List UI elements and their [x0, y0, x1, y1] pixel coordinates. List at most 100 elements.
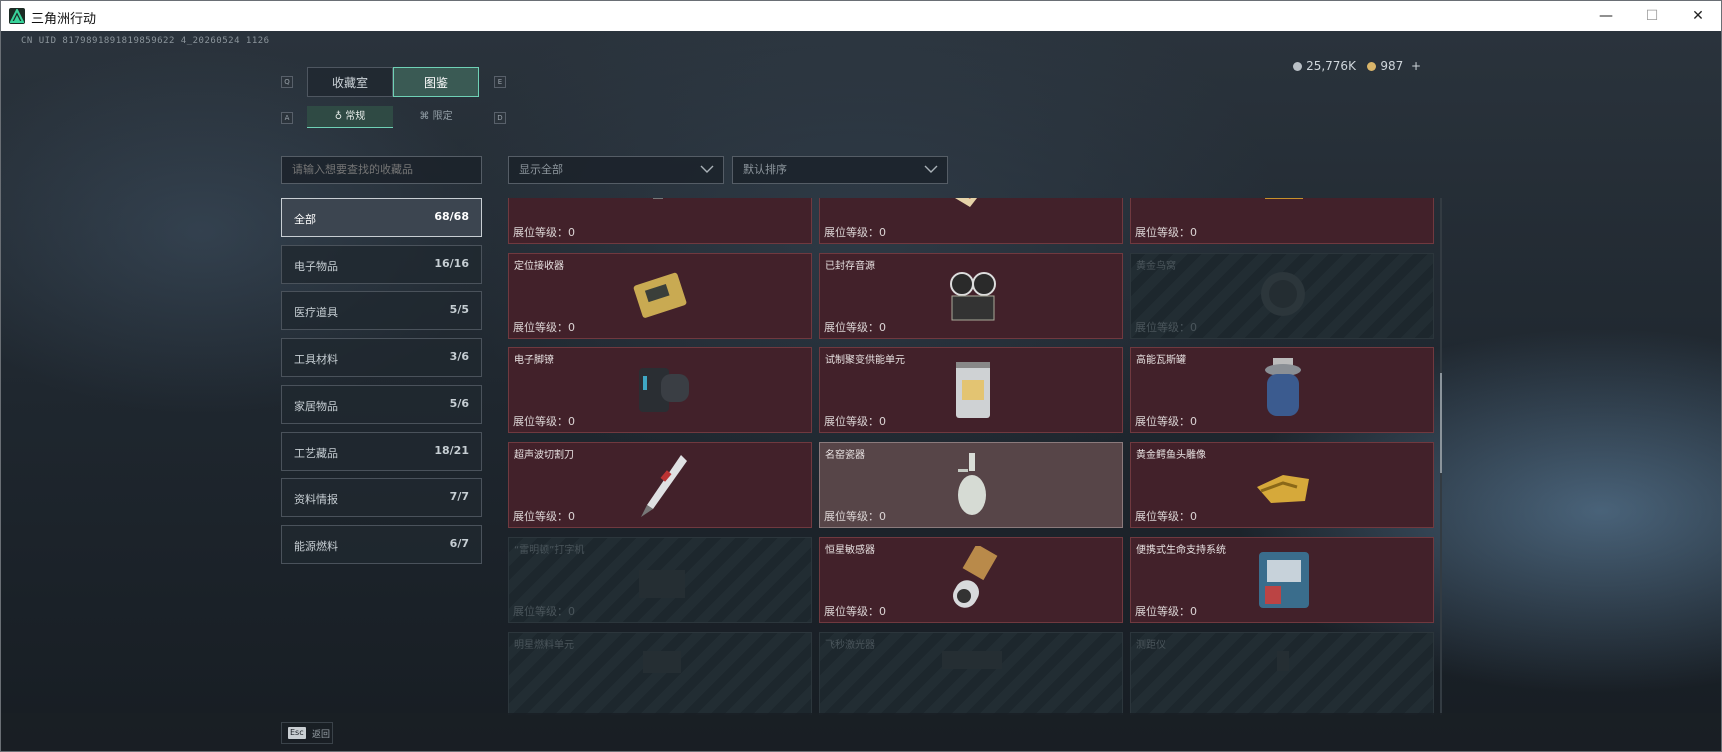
item-name: 黄金鸟窝 — [1136, 260, 1176, 272]
booth-level-prefix: 展位等级： — [513, 510, 568, 524]
collection-card[interactable]: 展位等级：0 — [1130, 198, 1434, 244]
category-label: 全部 — [294, 213, 316, 226]
back-button[interactable]: Esc 返回 — [281, 722, 333, 744]
subtab-regular-label: 常规 — [345, 111, 366, 122]
booth-level: 展位等级：0 — [513, 508, 575, 524]
category-item[interactable]: 医疗道具 5/5 — [281, 291, 482, 331]
booth-level-value: 0 — [1190, 415, 1197, 429]
maximize-button[interactable]: ☐ — [1629, 1, 1675, 31]
collection-card[interactable]: 电子脚镣 展位等级：0 — [508, 347, 812, 434]
collection-card[interactable]: 定位接收器 展位等级：0 — [508, 252, 812, 339]
collection-card[interactable]: 已封存音源 展位等级：0 — [819, 252, 1123, 339]
filter-value: 显示全部 — [519, 163, 563, 176]
item-name: 黄金鳄鱼头雕像 — [1136, 450, 1206, 462]
booth-level: 展位等级：0 — [513, 224, 575, 240]
booth-level: 展位等级：0 — [513, 603, 575, 619]
minimize-button[interactable]: — — [1583, 1, 1629, 31]
reel-recorder-icon — [942, 262, 1002, 332]
category-label: 医疗道具 — [294, 306, 338, 320]
chevron-down-icon — [700, 165, 714, 173]
category-item[interactable]: 工具材料 3/6 — [281, 338, 482, 378]
collection-card[interactable]: 超声波切割刀 展位等级：0 — [508, 442, 812, 529]
scrollbar-thumb[interactable] — [1440, 373, 1442, 473]
booth-level-prefix: 展位等级： — [824, 320, 879, 334]
collection-card[interactable]: 黄金鳄鱼头雕像展位等级：0 — [1130, 442, 1434, 529]
item-name: 电子脚镣 — [514, 355, 554, 367]
booth-level-value: 0 — [1190, 510, 1197, 524]
laser-icon — [942, 641, 1012, 711]
category-count: 16/16 — [434, 256, 469, 270]
booth-level-value: 0 — [568, 604, 575, 618]
category-item[interactable]: 能源燃料 6/7 — [281, 524, 482, 564]
booth-level-value: 0 — [879, 415, 886, 429]
category-label: 工艺藏品 — [294, 446, 338, 460]
tab-catalog[interactable]: 图鉴 — [393, 67, 479, 97]
collection-card[interactable]: 飞秒激光器 — [819, 631, 1123, 715]
add-currency-button[interactable]: + — [1411, 59, 1421, 73]
category-item[interactable]: 全部 68/68 — [281, 198, 482, 237]
tab-left-key: Q — [281, 76, 293, 88]
category-count: 6/7 — [449, 536, 469, 550]
tab-collection-room[interactable]: 收藏室 — [307, 67, 393, 97]
item-name: 明星燃料单元 — [514, 639, 574, 651]
collection-card[interactable]: “雷明顿”打字机 展位等级：0 — [508, 536, 812, 623]
category-item[interactable]: 家居物品 5/6 — [281, 384, 482, 424]
collection-card[interactable]: 恒星敏感器 展位等级：0 — [819, 536, 1123, 623]
booth-level-value: 0 — [1190, 320, 1197, 334]
booth-level-prefix: 展位等级： — [513, 604, 568, 618]
subtab-regular[interactable]: ♁ 常规 — [307, 106, 393, 128]
category-count: 68/68 — [434, 210, 469, 223]
booth-level: 展位等级：0 — [1135, 603, 1197, 619]
booth-level-value: 0 — [568, 320, 575, 334]
app-window: 三角洲行动 — ☐ ✕ CN UID 8179891891819859622 4… — [0, 0, 1722, 752]
window-title: 三角洲行动 — [31, 12, 97, 27]
booth-level: 展位等级：0 — [1135, 508, 1197, 524]
collection-card[interactable]: 便携式生命支持系统展位等级：0 — [1130, 536, 1434, 623]
collection-card[interactable]: 展位等级：0 — [819, 198, 1123, 244]
booth-level-prefix: 展位等级： — [1135, 604, 1190, 618]
close-button[interactable]: ✕ — [1675, 1, 1721, 31]
gas-canister-icon — [1253, 356, 1313, 426]
regular-icon: ♁ — [334, 111, 346, 122]
booth-level-value: 0 — [568, 510, 575, 524]
sort-dropdown[interactable]: 默认排序 — [732, 156, 948, 184]
booth-level: 展位等级：0 — [513, 319, 575, 335]
booth-level: 展位等级：0 — [1135, 413, 1197, 429]
category-count: 18/21 — [434, 443, 469, 457]
life-support-icon — [1253, 546, 1313, 616]
item-name: 便携式生命支持系统 — [1136, 544, 1226, 556]
collection-search-input[interactable] — [281, 156, 482, 184]
fusion-unit-icon — [942, 356, 1002, 426]
bottom-bar — [1, 713, 1721, 751]
sort-value: 默认排序 — [743, 163, 787, 176]
subtab-limited[interactable]: ⌘ 限定 — [393, 106, 479, 128]
silver-coin-icon — [1293, 62, 1303, 71]
booth-level-prefix: 展位等级： — [513, 226, 568, 239]
subtab-left-key: A — [281, 112, 293, 124]
booth-level-value: 0 — [879, 226, 886, 239]
collection-card[interactable]: 名窑瓷器 展位等级：0 — [819, 442, 1123, 529]
collection-card[interactable]: 高能瓦斯罐 展位等级：0 — [1130, 347, 1434, 434]
booth-level: 展位等级：0 — [824, 413, 886, 429]
item-name: 飞秒激光器 — [825, 639, 875, 651]
back-label: 返回 — [312, 730, 331, 740]
category-item[interactable]: 电子物品 16/16 — [281, 244, 482, 284]
typewriter-icon — [631, 546, 691, 616]
filter-dropdown[interactable]: 显示全部 — [508, 156, 724, 184]
chevron-down-icon — [924, 165, 938, 173]
category-item[interactable]: 资料情报 7/7 — [281, 478, 482, 518]
booth-level-prefix: 展位等级： — [513, 415, 568, 429]
booth-level: 展位等级：0 — [824, 508, 886, 524]
category-item[interactable]: 工艺藏品 18/21 — [281, 431, 482, 471]
mechanical-part-icon — [631, 198, 691, 237]
collection-card[interactable]: 明星燃料单元 — [508, 631, 812, 715]
collection-card[interactable]: 展位等级：0 — [508, 198, 812, 244]
collection-card[interactable]: 试制聚变供能单元 展位等级：0 — [819, 347, 1123, 434]
booth-level: 展位等级：0 — [824, 319, 886, 335]
booth-level-value: 0 — [879, 320, 886, 334]
collection-card[interactable]: 黄金鸟窝 展位等级：0 — [1130, 252, 1434, 339]
category-label: 工具材料 — [294, 353, 338, 367]
collection-card[interactable]: 测距仪 — [1130, 631, 1434, 715]
category-count: 5/6 — [449, 396, 469, 410]
item-name: 超声波切割刀 — [514, 450, 574, 462]
